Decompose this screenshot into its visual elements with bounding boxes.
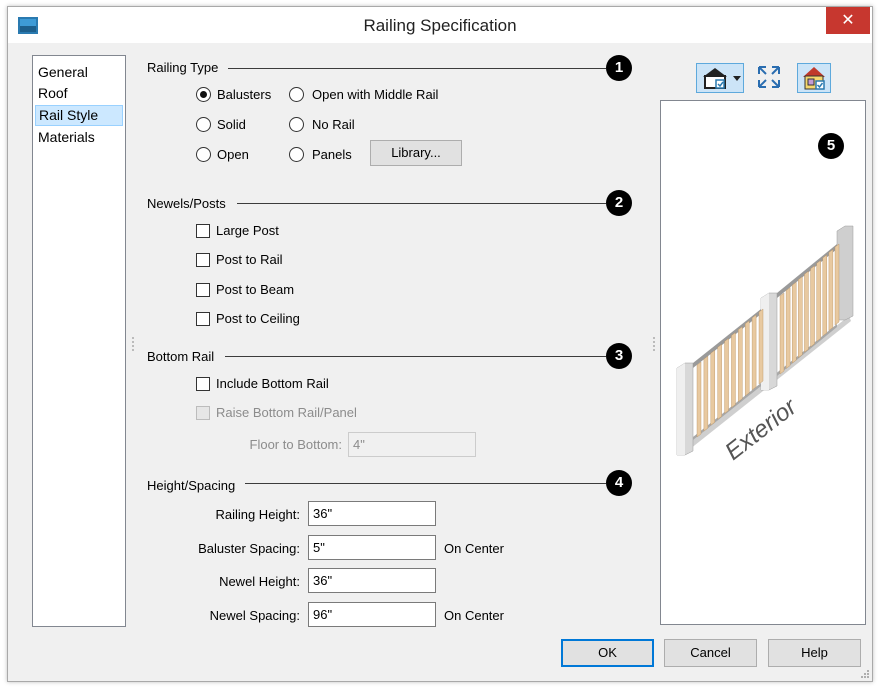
baluster [738,326,743,403]
radio-panels[interactable] [289,147,304,162]
radio-solid[interactable] [196,117,211,132]
colored-house-icon [803,67,825,90]
radio-no-rail[interactable] [289,117,304,132]
checkbox-post-to-rail[interactable] [196,253,210,267]
baluster [816,259,821,342]
newels-posts-heading: Newels/Posts [147,196,226,211]
radio-open-with-middle-rail[interactable] [289,87,304,102]
window-title: Railing Specification [363,16,517,35]
newel-height-label: Newel Height: [219,574,300,589]
newel-height-field[interactable]: 36" [308,568,436,593]
panel-list: General Roof Rail Style Materials [32,55,126,627]
railing-3d-preview: Exterior [676,225,854,466]
callout-2: 2 [606,190,632,216]
radio-open-label: Open [217,147,249,162]
newel-spacing-field[interactable]: 96" [308,602,436,627]
baluster [828,249,834,331]
baluster [810,265,815,348]
checkbox-large-post-label: Large Post [216,223,279,238]
railing-type-heading: Railing Type [147,60,219,75]
baluster [785,287,791,369]
panel-item-general[interactable]: General [35,62,123,83]
baluster [696,361,702,438]
fill-window-button[interactable] [755,63,783,89]
ok-button[interactable]: OK [561,639,654,667]
baluster [703,355,709,432]
title-bar[interactable]: Railing Specification ✕ [8,7,872,43]
baluster [798,276,803,359]
railing-height-label: Railing Height: [215,507,300,522]
baluster [710,349,715,426]
checkbox-post-to-beam[interactable] [196,283,210,297]
checkbox-raise-bottom-rail-label: Raise Bottom Rail/Panel [216,405,357,420]
checkbox-post-to-rail-label: Post to Rail [216,252,283,267]
radio-balusters[interactable] [196,87,211,102]
view-dropdown-button[interactable] [696,63,744,93]
newel-spacing-label: Newel Spacing: [209,608,300,623]
callout-1: 1 [606,55,632,81]
baluster [751,314,757,391]
callout-4: 4 [606,470,632,496]
bottom-rail-divider [225,356,606,357]
preview-panel[interactable]: 5 Exterior [660,100,866,625]
newel-on-center-label: On Center [444,608,504,623]
radio-open-with-middle-rail-label: Open with Middle Rail [312,87,439,102]
fill-window-icon [758,66,780,88]
radio-solid-label: Solid [217,117,246,132]
checkbox-include-bottom-rail-label: Include Bottom Rail [216,376,329,391]
height-spacing-divider [245,483,606,484]
checkbox-post-to-ceiling[interactable] [196,312,210,326]
baluster [779,292,785,375]
baluster-spacing-label: Baluster Spacing: [198,541,300,556]
baluster [724,338,729,414]
baluster-spacing-field[interactable]: 5" [308,535,436,560]
resize-grip-icon[interactable] [860,669,870,679]
baluster-on-center-label: On Center [444,541,504,556]
dialog-window: Railing Specification ✕ General Roof Rai… [7,6,873,682]
floor-to-bottom-field[interactable]: 4" [348,432,476,457]
radio-balusters-label: Balusters [217,87,272,102]
radio-panels-label: Panels [312,147,352,162]
baluster [758,308,764,385]
panel-item-roof[interactable]: Roof [35,83,123,104]
help-button[interactable]: Help [768,639,861,667]
radio-open[interactable] [196,147,211,162]
radio-no-rail-label: No Rail [312,117,355,132]
baluster [822,254,827,337]
panel-item-rail-style[interactable]: Rail Style [35,105,123,126]
close-button[interactable]: ✕ [826,7,870,34]
material-view-button[interactable] [797,63,831,93]
baluster [804,270,809,353]
railing-height-field[interactable]: 36" [308,501,436,526]
bottom-rail-heading: Bottom Rail [147,349,215,364]
checkbox-large-post[interactable] [196,224,210,238]
checkbox-post-to-beam-label: Post to Beam [216,282,295,297]
railing-type-divider [228,68,606,69]
house-view-icon [703,68,741,89]
library-button[interactable]: Library... [370,140,462,166]
callout-3: 3 [606,343,632,369]
baluster [792,281,797,364]
checkbox-raise-bottom-rail[interactable] [196,406,210,420]
baluster [717,343,722,420]
newels-posts-divider [237,203,606,204]
checkbox-post-to-ceiling-label: Post to Ceiling [216,311,300,326]
baluster [731,332,736,408]
chevron-down-icon [733,76,741,81]
panel-item-materials[interactable]: Materials [35,127,123,148]
baluster [834,243,840,326]
splitter-grip-left[interactable] [132,337,134,351]
floor-to-bottom-label: Floor to Bottom: [249,437,342,452]
cancel-button[interactable]: Cancel [664,639,757,667]
checkbox-include-bottom-rail[interactable] [196,377,210,391]
height-spacing-heading: Height/Spacing [147,478,236,493]
splitter-grip-right[interactable] [653,337,655,351]
baluster [745,320,750,397]
